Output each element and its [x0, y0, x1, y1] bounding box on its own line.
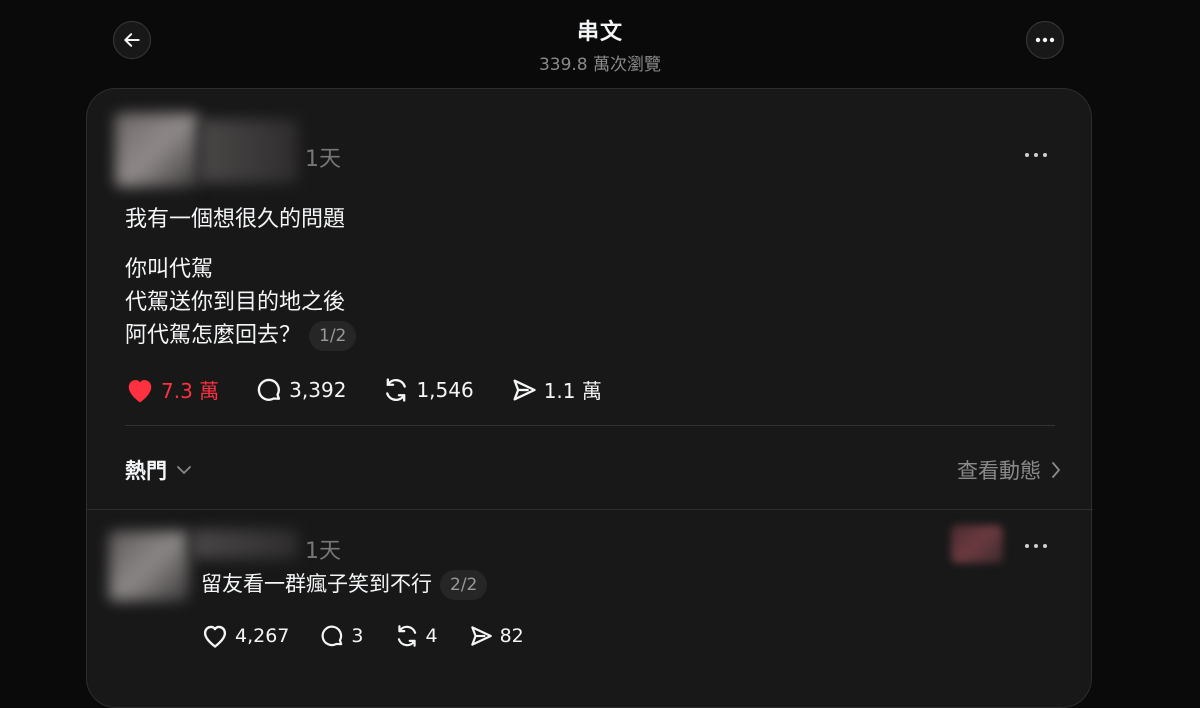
post-line-last: 阿代駕怎麼回去？ 1/2	[125, 319, 357, 352]
reply-thumbnail[interactable]	[951, 525, 1003, 563]
reply-share-button[interactable]: 82	[468, 623, 524, 649]
reply-repost-count: 4	[425, 625, 438, 647]
header-title-group: 串文 339.8 萬次瀏覽	[0, 14, 1200, 75]
reply-time: 1天	[305, 539, 341, 564]
page-title: 串文	[576, 20, 623, 45]
reply-text: 留友看一群瘋子笑到不行	[201, 572, 432, 596]
reply-username-blurred[interactable]	[191, 529, 299, 559]
comment-icon	[322, 625, 343, 647]
post-time: 1天	[305, 147, 341, 172]
reply-share-count: 82	[499, 625, 524, 647]
repost-count: 1,546	[416, 377, 474, 402]
reply-like-count: 4,267	[235, 625, 290, 647]
reply-more-icon[interactable]	[1025, 544, 1047, 548]
page-indicator: 2/2	[440, 570, 488, 600]
heart-icon	[203, 625, 227, 648]
avatar[interactable]	[115, 113, 199, 187]
post-line: 阿代駕怎麼回去？	[125, 323, 302, 348]
reply-body: 留友看一群瘋子笑到不行 2/2	[201, 567, 488, 601]
post-more-icon[interactable]	[1025, 153, 1047, 157]
post-text-title: 我有一個想很久的問題	[125, 207, 346, 232]
share-count: 1.1 萬	[543, 379, 602, 403]
more-options-button[interactable]	[1026, 21, 1064, 59]
section-separator	[87, 509, 1093, 510]
chevron-down-icon	[177, 466, 191, 474]
post-line: 你叫代駕	[125, 257, 214, 282]
post-actions: 7.3 萬 3,392 1,546 1.1 萬	[125, 375, 638, 404]
reply-repost-button[interactable]: 4	[394, 623, 438, 649]
view-count: 339.8 萬次瀏覽	[538, 55, 662, 75]
repost-icon	[386, 377, 407, 402]
top-bar: 串文 339.8 萬次瀏覽	[0, 0, 1200, 88]
heart-icon	[128, 379, 152, 402]
view-activity-label: 查看動態	[957, 459, 1041, 483]
divider	[125, 425, 1055, 426]
repost-button[interactable]: 1,546	[382, 376, 474, 404]
sort-label: 熱門	[125, 459, 167, 483]
page-indicator: 1/2	[309, 321, 357, 351]
view-activity-link[interactable]: 查看動態	[957, 455, 1061, 485]
more-horizontal-icon	[1035, 37, 1055, 43]
send-icon	[470, 626, 492, 646]
username-blurred[interactable]	[199, 119, 299, 183]
repost-icon	[397, 625, 416, 647]
reply-like-button[interactable]: 4,267	[201, 623, 289, 649]
comment-count: 3,392	[289, 377, 347, 402]
reply-comment-count: 3	[351, 625, 364, 647]
like-count: 7.3 萬	[161, 379, 220, 403]
post-body: 你叫代駕 代駕送你到目的地之後 阿代駕怎麼回去？ 1/2	[125, 253, 357, 352]
share-button[interactable]: 1.1 萬	[510, 375, 602, 404]
reply-actions: 4,267 3 4 82	[201, 623, 554, 649]
chevron-right-icon	[1052, 462, 1060, 478]
send-icon	[513, 379, 536, 400]
reply-avatar[interactable]	[109, 531, 189, 601]
reply-comment-button[interactable]: 3	[319, 623, 364, 649]
thread-card: 1天 我有一個想很久的問題 你叫代駕 代駕送你到目的地之後 阿代駕怎麼回去？ 1/…	[86, 88, 1093, 708]
like-button[interactable]: 7.3 萬	[125, 375, 219, 404]
sort-dropdown[interactable]: 熱門	[125, 455, 191, 485]
post-line: 代駕送你到目的地之後	[125, 290, 346, 315]
comment-button[interactable]: 3,392	[255, 376, 346, 404]
comment-icon	[257, 378, 281, 401]
